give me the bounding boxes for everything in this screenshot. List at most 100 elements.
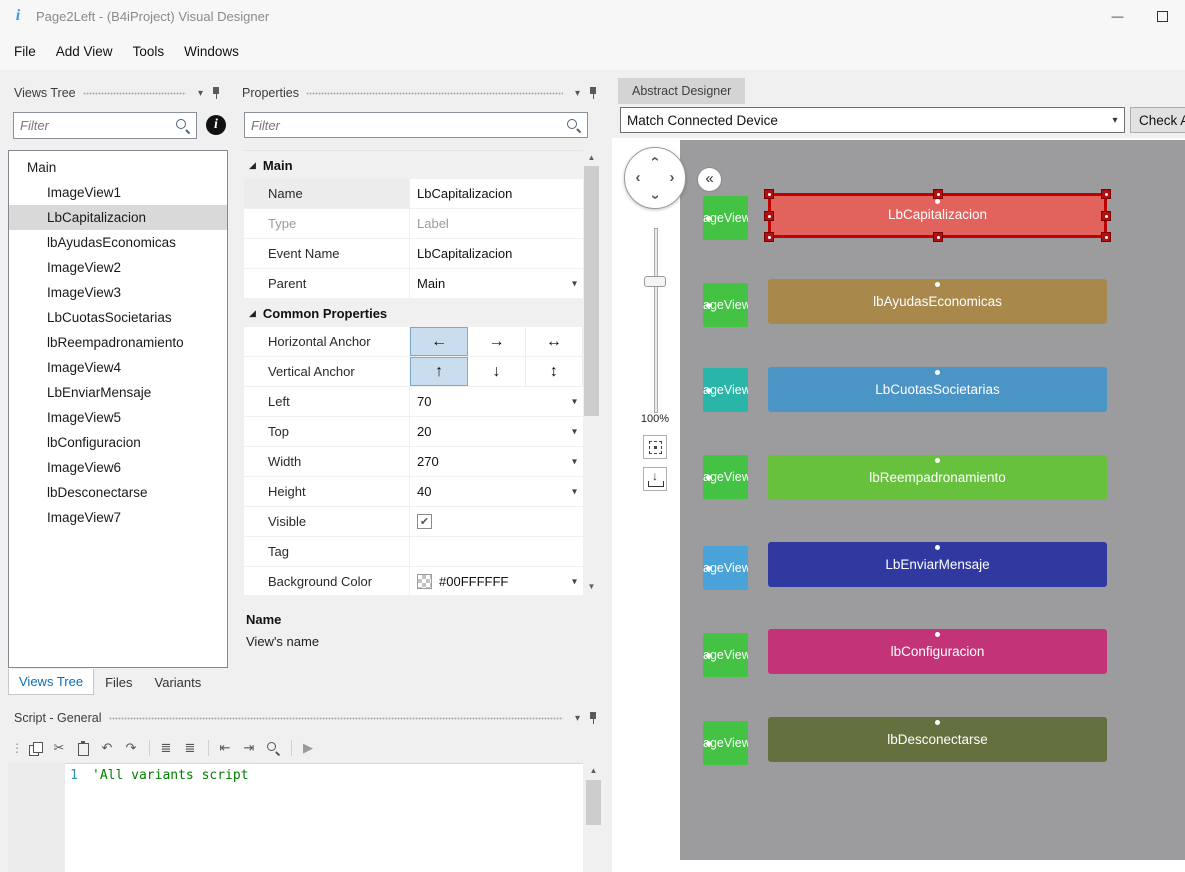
canvas-label-lbayudaseconomicas[interactable]: lbAyudasEconomicas xyxy=(768,279,1107,324)
zoom-slider[interactable] xyxy=(642,228,668,413)
tree-item-imageview4[interactable]: ImageView4 xyxy=(9,355,227,380)
cut-button[interactable]: ✂ xyxy=(48,737,70,759)
canvas-imageview2[interactable]: ageView xyxy=(703,283,748,327)
device-selector-dropdown[interactable]: Match Connected Device ▾ xyxy=(620,107,1125,133)
tag-value-field[interactable] xyxy=(410,537,583,566)
copy-button[interactable] xyxy=(24,737,46,759)
paste-button[interactable] xyxy=(72,737,94,759)
canvas-imageview1[interactable]: ageView xyxy=(703,196,748,240)
info-icon[interactable]: i xyxy=(206,115,226,135)
design-canvas[interactable]: ageView ageView ageView ageView ageView … xyxy=(680,140,1185,860)
maximize-button[interactable] xyxy=(1140,0,1185,32)
properties-filter-input[interactable] xyxy=(245,117,566,133)
tree-item-lbreempadronamiento[interactable]: lbReempadronamiento xyxy=(9,330,227,355)
outdent-button[interactable]: ⇤ xyxy=(214,737,236,759)
scrollbar-thumb[interactable] xyxy=(586,780,601,825)
panel-menu-button[interactable]: ▾ xyxy=(193,88,208,99)
event-name-value-field[interactable]: LbCapitalizacion xyxy=(410,239,583,268)
visible-checkbox[interactable]: ✔ xyxy=(417,514,432,529)
menu-file[interactable]: File xyxy=(4,40,46,63)
canvas-imageview3[interactable]: ageView xyxy=(703,368,748,412)
tree-item-lbayudaseconomicas[interactable]: lbAyudasEconomicas xyxy=(9,230,227,255)
redo-button[interactable]: ↷ xyxy=(120,737,142,759)
tree-item-imageview6[interactable]: ImageView6 xyxy=(9,455,227,480)
tree-item-lbcapitalizacion[interactable]: LbCapitalizacion xyxy=(9,205,227,230)
canvas-imageview4[interactable]: ageView xyxy=(703,455,748,499)
chevron-down-icon[interactable]: ▾ xyxy=(572,426,577,437)
tree-item-lbcuotassocietarias[interactable]: LbCuotasSocietarias xyxy=(9,305,227,330)
anchor-right-button[interactable]: → xyxy=(468,327,526,356)
run-script-button[interactable]: ▶ xyxy=(297,737,319,759)
scroll-up-icon[interactable]: ▲ xyxy=(583,150,600,166)
top-value-field[interactable]: 20 ▾ xyxy=(410,417,583,446)
canvas-label-lbdesconectarse[interactable]: lbDesconectarse xyxy=(768,717,1107,762)
left-value-field[interactable]: 70 ▾ xyxy=(410,387,583,416)
canvas-label-lbconfiguracion[interactable]: lbConfiguracion xyxy=(768,629,1107,674)
tree-item-lbenviarmensaje[interactable]: LbEnviarMensaje xyxy=(9,380,227,405)
pan-up-icon[interactable]: ‹ xyxy=(647,152,664,166)
tree-item-imageview7[interactable]: ImageView7 xyxy=(9,505,227,530)
tree-item-imageview3[interactable]: ImageView3 xyxy=(9,280,227,305)
anchor-top-button[interactable]: ↑ xyxy=(410,357,469,386)
tree-item-main[interactable]: Main xyxy=(9,155,227,180)
pan-down-icon[interactable]: ‹ xyxy=(646,190,663,204)
tab-views-tree[interactable]: Views Tree xyxy=(8,669,95,695)
collapse-sidebar-button[interactable]: « xyxy=(697,167,722,192)
tree-item-lbdesconectarse[interactable]: lbDesconectarse xyxy=(9,480,227,505)
resize-handle[interactable] xyxy=(1101,210,1111,221)
tab-variants[interactable]: Variants xyxy=(144,669,213,695)
name-value-field[interactable]: LbCapitalizacion xyxy=(410,179,583,208)
tree-item-lbconfiguracion[interactable]: lbConfiguracion xyxy=(9,430,227,455)
panel-menu-button[interactable]: ▾ xyxy=(570,88,585,99)
apply-to-device-button[interactable]: ↓ xyxy=(643,467,667,491)
anchor-left-button[interactable]: ← xyxy=(410,327,469,356)
chevron-down-icon[interactable]: ▾ xyxy=(572,396,577,407)
height-value-field[interactable]: 40 ▾ xyxy=(410,477,583,506)
fit-to-view-button[interactable] xyxy=(643,435,667,459)
undo-button[interactable]: ↶ xyxy=(96,737,118,759)
tree-item-imageview5[interactable]: ImageView5 xyxy=(9,405,227,430)
script-editor[interactable]: 1 'All variants script ▲ xyxy=(8,763,605,872)
scroll-up-icon[interactable]: ▲ xyxy=(585,763,602,779)
canvas-imageview6[interactable]: ageView xyxy=(703,633,748,677)
width-value-field[interactable]: 270 ▾ xyxy=(410,447,583,476)
menu-tools[interactable]: Tools xyxy=(123,40,175,63)
pan-right-icon[interactable]: › xyxy=(665,170,679,185)
pin-icon[interactable] xyxy=(211,86,222,100)
section-main[interactable]: ◢ Main xyxy=(244,151,583,179)
resize-handle[interactable] xyxy=(1101,189,1111,199)
script-scrollbar[interactable]: ▲ xyxy=(585,763,602,872)
resize-handle[interactable] xyxy=(764,210,774,221)
section-common-properties[interactable]: ◢ Common Properties xyxy=(244,299,583,327)
uncomment-button[interactable]: ≣ xyxy=(179,737,201,759)
menu-add-view[interactable]: Add View xyxy=(46,40,123,63)
chevron-down-icon[interactable]: ▾ xyxy=(572,278,577,289)
check-anchors-button[interactable]: Check A xyxy=(1130,107,1185,133)
anchor-bottom-button[interactable]: ↓ xyxy=(468,357,526,386)
chevron-down-icon[interactable]: ▾ xyxy=(572,456,577,467)
canvas-label-lbcapitalizacion[interactable]: LbCapitalizacion xyxy=(764,189,1111,242)
chevron-down-icon[interactable]: ▾ xyxy=(572,576,577,587)
scrollbar-thumb[interactable] xyxy=(584,166,599,416)
resize-handle[interactable] xyxy=(932,232,943,242)
pan-navigation-pad[interactable]: ‹ › ‹ ‹ xyxy=(624,147,686,209)
minimize-button[interactable]: — xyxy=(1095,0,1140,32)
pin-icon[interactable] xyxy=(588,86,599,100)
canvas-label-lbenviarmensaje[interactable]: LbEnviarMensaje xyxy=(768,542,1107,587)
canvas-label-lbcuotassocietarias[interactable]: LbCuotasSocietarias xyxy=(768,367,1107,412)
properties-scrollbar[interactable]: ▲ ▼ xyxy=(583,150,600,595)
canvas-label-lbreempadronamiento[interactable]: lbReempadronamiento xyxy=(768,455,1107,500)
scroll-down-icon[interactable]: ▼ xyxy=(583,579,600,595)
anchor-both-vertical-button[interactable]: ↕ xyxy=(526,357,583,386)
search-button[interactable] xyxy=(262,737,284,759)
canvas-imageview5[interactable]: ageView xyxy=(703,546,748,590)
comment-button[interactable]: ≣ xyxy=(155,737,177,759)
views-tree-filter-input[interactable] xyxy=(14,118,175,133)
panel-menu-button[interactable]: ▾ xyxy=(570,713,585,724)
zoom-slider-track[interactable] xyxy=(654,228,658,413)
zoom-slider-thumb[interactable] xyxy=(644,276,666,287)
tab-abstract-designer[interactable]: Abstract Designer xyxy=(618,78,746,104)
parent-dropdown[interactable]: Main ▾ xyxy=(410,269,583,298)
background-color-field[interactable]: #00FFFFFF ▾ xyxy=(410,567,583,595)
resize-handle[interactable] xyxy=(764,189,774,199)
